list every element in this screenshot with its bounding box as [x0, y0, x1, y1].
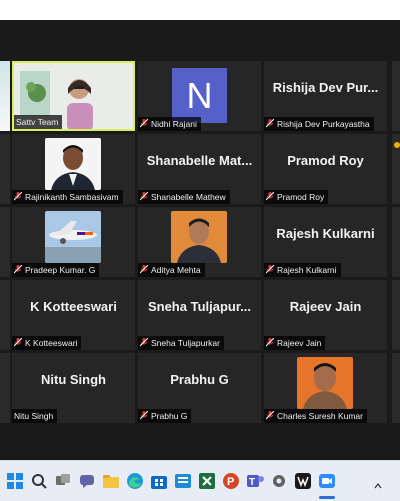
- participant-tile-rajeev-jain[interactable]: Rajeev Jain Rajeev Jain: [264, 280, 387, 350]
- participant-tile-shanabelle-mathew[interactable]: Shanabelle Mat... Shanabelle Mathew: [138, 134, 261, 204]
- participant-tile-rajinikanth-sambasivam[interactable]: Rajinikanth Sambasivam: [12, 134, 135, 204]
- partial-tile-left: [0, 207, 10, 277]
- muted-mic-icon: [140, 192, 148, 201]
- participant-name-label: K Kotteeswari: [12, 336, 82, 350]
- svg-text:P: P: [227, 476, 234, 488]
- partial-tile-right: [392, 353, 400, 423]
- partial-tile-right: [392, 61, 400, 131]
- muted-mic-icon: [140, 119, 148, 128]
- participant-tile-sneha-tuljapurkar[interactable]: Sneha Tuljapur... Sneha Tuljapurkar: [138, 280, 261, 350]
- partial-tile-right: [392, 207, 400, 277]
- participant-name-label: Rishija Dev Purkayastha: [264, 117, 374, 131]
- participant-photo: [171, 211, 227, 263]
- chat-icon[interactable]: [77, 471, 97, 491]
- file-explorer-icon[interactable]: [101, 471, 121, 491]
- participant-tile-charles-suresh-kumar[interactable]: Charles Suresh Kumar: [264, 353, 387, 423]
- muted-mic-icon: [14, 265, 22, 274]
- muted-mic-icon: [140, 265, 148, 274]
- participant-name-label: Pradeep Kumar. G: [12, 263, 100, 277]
- teams-icon[interactable]: T: [245, 471, 265, 491]
- participant-big-name: Sneha Tuljapur...: [147, 299, 252, 314]
- partial-tile-left: [0, 280, 10, 350]
- participant-tile-pramod-roy[interactable]: Pramod Roy Pramod Roy: [264, 134, 387, 204]
- muted-mic-icon: [14, 338, 22, 347]
- participant-tile-k-kotteeswari[interactable]: K Kotteeswari K Kotteeswari: [12, 280, 135, 350]
- powerpoint-icon[interactable]: P: [221, 471, 241, 491]
- participant-name-label: Aditya Mehta: [138, 263, 205, 277]
- top-strip: [0, 0, 400, 20]
- participant-photo: [45, 138, 101, 190]
- participant-tile-rishija-dev-purkayastha[interactable]: Rishija Dev Pur... Rishija Dev Purkayast…: [264, 61, 387, 131]
- svg-text:T: T: [249, 477, 255, 488]
- gallery-view: Sattv Team N Nidhi Rajani Rishija Dev Pu…: [0, 20, 400, 460]
- participant-name-label: Pramod Roy: [264, 190, 329, 204]
- muted-mic-icon: [266, 192, 274, 201]
- participant-name-label: Rajesh Kulkarni: [264, 263, 341, 277]
- participant-name-label: Sneha Tuljapurkar: [138, 336, 224, 350]
- muted-mic-icon: [14, 192, 22, 201]
- chevron-up-icon[interactable]: [374, 477, 382, 489]
- muted-mic-icon: [266, 411, 274, 420]
- participant-big-name: Shanabelle Mat...: [146, 153, 253, 168]
- participant-name-label: Prabhu G: [138, 409, 192, 423]
- edge-icon[interactable]: [125, 471, 145, 491]
- participant-big-name: Prabhu G: [170, 372, 229, 387]
- start-icon[interactable]: [5, 471, 25, 491]
- participant-tile-prabhu-g[interactable]: Prabhu G Prabhu G: [138, 353, 261, 423]
- muted-mic-icon: [140, 338, 148, 347]
- avatar: N: [172, 68, 227, 123]
- participant-photo: [45, 211, 101, 263]
- participant-big-name: Pramod Roy: [287, 153, 364, 168]
- participant-tile-aditya-mehta[interactable]: Aditya Mehta: [138, 207, 261, 277]
- participant-photo: [297, 357, 353, 409]
- participant-tile-rajesh-kulkarni[interactable]: Rajesh Kulkarni Rajesh Kulkarni: [264, 207, 387, 277]
- partial-tile-left: [0, 353, 10, 423]
- participant-tile-pradeep-kumar-g[interactable]: Pradeep Kumar. G: [12, 207, 135, 277]
- participant-name-label: Nitu Singh: [12, 409, 58, 423]
- store-icon[interactable]: [149, 471, 169, 491]
- participant-tile-nidhi-rajani[interactable]: N Nidhi Rajani: [138, 61, 261, 131]
- search-icon[interactable]: [29, 471, 49, 491]
- participant-name-label: Sattv Team: [14, 115, 63, 129]
- active-app-indicator: [319, 496, 335, 499]
- partial-tile-left: [0, 61, 10, 131]
- partial-tile-right: [392, 280, 400, 350]
- participant-big-name: Rajesh Kulkarni: [276, 226, 375, 241]
- settings-icon[interactable]: [269, 471, 289, 491]
- muted-mic-icon: [266, 338, 274, 347]
- muted-mic-icon: [266, 265, 274, 274]
- task-view-icon[interactable]: [53, 471, 73, 491]
- partial-tile-right: [392, 134, 400, 204]
- participant-tile-sattv-team[interactable]: Sattv Team: [12, 61, 135, 131]
- participant-name-label: Rajinikanth Sambasivam: [12, 190, 123, 204]
- participant-name-label: Charles Suresh Kumar: [264, 409, 367, 423]
- partial-tile-left: [0, 134, 10, 204]
- participant-big-name: Rajeev Jain: [289, 299, 362, 314]
- participant-name-label: Nidhi Rajani: [138, 117, 201, 131]
- participant-tile-nitu-singh[interactable]: Nitu Singh Nitu Singh: [12, 353, 135, 423]
- participant-name-label: Rajeev Jain: [264, 336, 326, 350]
- app-icon[interactable]: [173, 471, 193, 491]
- taskbar: P T: [0, 460, 400, 501]
- participant-big-name: Rishija Dev Pur...: [272, 80, 379, 95]
- participant-name-label: Shanabelle Mathew: [138, 190, 230, 204]
- muted-mic-icon: [140, 411, 148, 420]
- excel-icon[interactable]: [197, 471, 217, 491]
- muted-mic-icon: [266, 119, 274, 128]
- participant-big-name: Nitu Singh: [41, 372, 106, 387]
- app-icon[interactable]: [293, 471, 313, 491]
- zoom-icon[interactable]: [317, 471, 337, 491]
- participant-big-name: K Kotteeswari: [30, 299, 117, 314]
